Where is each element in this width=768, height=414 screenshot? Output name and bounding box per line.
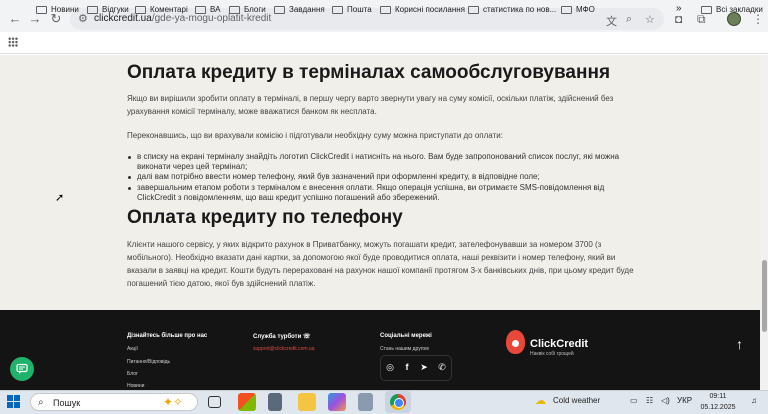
page-content: Оплата кредиту в терміналах самообслугов… (0, 55, 760, 310)
page-scrollbar[interactable] (760, 55, 768, 390)
extensions-icon[interactable]: ⧉ (697, 12, 706, 27)
bookmark-statystyka[interactable]: статистика по нов... (468, 5, 556, 14)
clickcredit-logo-icon[interactable] (506, 330, 525, 354)
paragraph-prepare: Переконавшись, що ви врахували комісію і… (127, 131, 503, 140)
copilot-icon[interactable] (328, 393, 346, 411)
all-bookmarks-button[interactable]: Всі закладки (701, 5, 763, 14)
bookmark-star-icon[interactable]: ☆ (645, 13, 655, 26)
notification-bell-icon[interactable]: ♫ (751, 396, 757, 405)
zoom-icon[interactable]: ⌕ (626, 13, 632, 26)
microsoft-store-icon[interactable] (238, 393, 256, 411)
battery-icon[interactable]: ▭ (630, 396, 638, 405)
footer-link-faq[interactable]: Питання/Відповідь (127, 359, 170, 365)
folder-icon (332, 5, 343, 14)
weather-text[interactable]: Cold weather (553, 396, 600, 405)
folder-icon (380, 5, 391, 14)
windows-start-icon[interactable] (7, 395, 21, 409)
forward-arrow-icon[interactable]: → (28, 12, 42, 26)
weather-icon[interactable]: ☁ (535, 394, 546, 407)
apps-grid-icon[interactable] (8, 37, 18, 47)
list-item: в списку на екрані терміналу знайдіть ло… (128, 152, 637, 172)
paragraph-phone-payment: Клієнти нашого сервісу, у яких відкрито … (127, 240, 634, 288)
bookmarks-bar (0, 32, 768, 54)
search-highlight-icon: ✦✧ (163, 395, 184, 409)
bookmark-korysni[interactable]: Корисні посилання (380, 5, 465, 14)
facebook-icon[interactable]: f (402, 362, 412, 372)
footer-link-news[interactable]: Новини (127, 383, 144, 389)
heading-phone: Оплата кредиту по телефону (127, 207, 403, 228)
language-indicator[interactable]: УКР (677, 396, 692, 405)
chrome-icon[interactable] (390, 394, 406, 410)
bookmark-poshta[interactable]: Пошта (332, 5, 372, 14)
menu-dots-icon[interactable]: ⋮ (752, 12, 764, 26)
footer-social-heading: Соціальні мережі (380, 333, 432, 339)
search-icon: ⌕ (38, 397, 44, 408)
url-text: clickcredit.ua/gde-ya-mogu-oplatit-kredi… (94, 13, 272, 24)
viber-icon[interactable]: ✆ (437, 362, 447, 373)
camera-icon[interactable]: ◘ (675, 12, 682, 26)
bookmarks-overflow-button[interactable]: » (676, 3, 682, 14)
notepad-icon[interactable] (358, 393, 373, 411)
list-item: далі вам потрібно ввести номер телефону,… (128, 172, 637, 182)
footer-logo-name[interactable]: ClickCredit (530, 338, 588, 350)
folder-icon (36, 5, 47, 14)
footer-support-heading: Служба турботи ☏ (253, 334, 311, 340)
footer-logo-tagline: Наквік собі грощей (530, 351, 574, 357)
folder-icon (468, 5, 479, 14)
footer-link-blog[interactable]: Блог (127, 371, 138, 377)
profile-avatar[interactable] (727, 12, 741, 26)
file-explorer-icon[interactable] (298, 393, 316, 411)
list-item: завершальним етапом роботи з терміналом … (128, 183, 637, 203)
reload-icon[interactable]: ↻ (49, 12, 63, 26)
bookmark-novyny[interactable]: Новини (36, 5, 79, 14)
folder-icon (701, 5, 712, 14)
footer-support-email[interactable]: support@clickcredit.com.ua (253, 346, 315, 352)
bookmark-blogy[interactable]: Блоги (229, 5, 266, 14)
folder-icon (229, 5, 240, 14)
telegram-icon[interactable]: ➤ (419, 362, 429, 373)
bookmark-vidguky[interactable]: Відгуки (87, 5, 129, 14)
folder-icon (87, 5, 98, 14)
scroll-to-top-icon[interactable]: ↑ (736, 336, 743, 352)
volume-icon[interactable]: ◁) (661, 396, 670, 405)
footer-learn-heading: Дізнайтесь більше про нас (127, 333, 208, 339)
scrollbar-thumb[interactable] (762, 260, 767, 332)
instagram-icon[interactable]: ◎ (385, 362, 395, 373)
bookmark-zavdannia[interactable]: Завдання (274, 5, 325, 14)
taskbar-search-input[interactable]: ⌕ Пошук ✦✧ (30, 393, 198, 411)
folder-icon (561, 5, 572, 14)
heading-terminal: Оплата кредиту в терміналах самообслугов… (127, 62, 611, 83)
folder-icon (195, 5, 206, 14)
folder-icon (135, 5, 146, 14)
system-clock[interactable]: 09:11 05.12.2025 (700, 391, 736, 413)
calculator-icon[interactable] (268, 393, 282, 411)
bookmark-komentari[interactable]: Коментарі (135, 5, 188, 14)
footer-social-sub: Стань нашим другом (380, 346, 429, 352)
chat-icon (16, 363, 28, 374)
network-icon[interactable]: ☷ (646, 396, 653, 405)
folder-icon (274, 5, 285, 14)
chat-widget-button[interactable] (10, 357, 34, 381)
bookmark-mfo[interactable]: МФО (561, 5, 595, 14)
translate-icon[interactable]: 文 (606, 13, 617, 29)
bookmark-va[interactable]: ВА (195, 5, 220, 14)
support-agent-icon: ☏ (302, 334, 311, 340)
footer-link-akcii[interactable]: Акції (127, 346, 138, 352)
mouse-cursor-icon: ➚ (55, 192, 65, 204)
back-arrow-icon[interactable]: ← (8, 12, 22, 26)
task-view-icon[interactable] (208, 396, 221, 408)
paragraph-commission: Якщо ви вирішили зробити оплату в термін… (127, 94, 614, 116)
